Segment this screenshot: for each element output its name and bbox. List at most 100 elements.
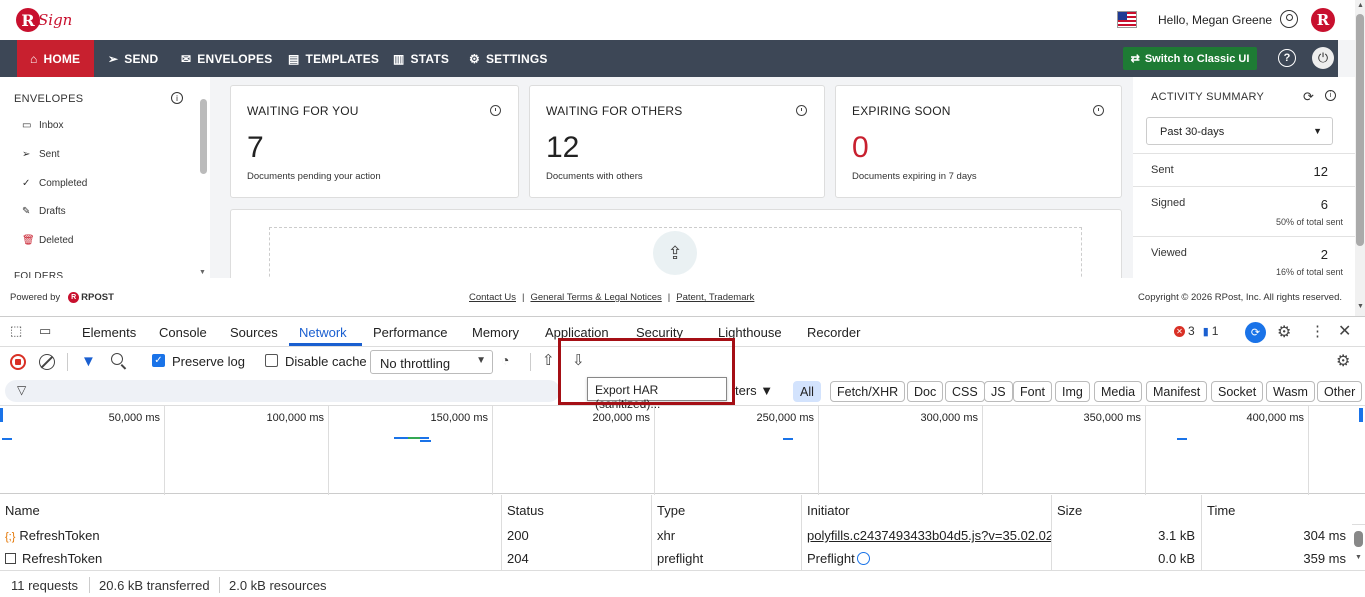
- switch-classic-ui-button[interactable]: ⇄ Switch to Classic UI: [1123, 47, 1257, 70]
- table-row[interactable]: RefreshToken 204 preflight Preflight 0.0…: [0, 547, 1352, 570]
- sidebar-item-sent[interactable]: ➢ Sent: [22, 149, 60, 160]
- preflight-link-icon[interactable]: [856, 552, 870, 565]
- rsign-logo[interactable]: R Sign: [16, 6, 72, 34]
- app-footer: Powered by R RPOST Contact Us | General Te…: [0, 278, 1355, 316]
- tab-network[interactable]: Network: [299, 325, 347, 340]
- sidebar-item-deleted[interactable]: 🗑 Deleted: [22, 235, 73, 246]
- scroll-down-icon[interactable]: ▼: [1355, 554, 1362, 561]
- table-scrollbar[interactable]: [1354, 531, 1363, 547]
- tab-sources[interactable]: Sources: [230, 325, 278, 340]
- tab-console[interactable]: Console: [159, 325, 207, 340]
- timeline-gridline: [1145, 406, 1146, 495]
- scroll-up-icon[interactable]: ▲: [1357, 2, 1364, 9]
- info-icon[interactable]: i: [1325, 90, 1336, 101]
- scrollbar-thumb[interactable]: [1356, 14, 1364, 246]
- column-type[interactable]: Type: [651, 495, 801, 525]
- column-size[interactable]: Size: [1051, 495, 1201, 525]
- user-profile-icon[interactable]: [1280, 10, 1298, 28]
- power-icon[interactable]: ⏻: [1312, 47, 1334, 69]
- tab-recorder[interactable]: Recorder: [807, 325, 860, 340]
- issues-badge[interactable]: ✕ 3 ▮ 1: [1174, 324, 1218, 338]
- timeline-tick-label: 300,000 ms: [920, 412, 978, 424]
- ai-assistance-icon[interactable]: ⟳: [1245, 322, 1266, 343]
- upload-icon[interactable]: ⇪: [653, 231, 697, 275]
- initiator-link[interactable]: polyfills.c2437493433b04d5.js?v=35.02.02: [807, 528, 1051, 543]
- overview-handle-right[interactable]: [1359, 408, 1363, 422]
- chip-fetch-xhr[interactable]: Fetch/XHR: [830, 381, 906, 402]
- network-conditions-icon[interactable]: ◔: [501, 352, 509, 368]
- card-waiting-for-others[interactable]: WAITING FOR OTHERS 12 Documents with oth…: [529, 85, 825, 198]
- chip-socket[interactable]: Socket: [1211, 381, 1264, 402]
- more-filters-dropdown[interactable]: ters ▼: [735, 383, 773, 398]
- table-row[interactable]: {;} RefreshToken 200 xhr polyfills.c24374…: [0, 524, 1352, 547]
- sidebar-item-drafts[interactable]: ✎ Drafts: [22, 206, 66, 217]
- stop-recording-icon[interactable]: [10, 354, 26, 370]
- chip-wasm[interactable]: Wasm: [1266, 381, 1315, 402]
- page-scrollbar[interactable]: ▲ ▼: [1355, 0, 1365, 316]
- more-options-icon[interactable]: ⋮: [1310, 322, 1325, 340]
- tab-memory[interactable]: Memory: [472, 325, 519, 340]
- help-icon[interactable]: ?: [1278, 49, 1296, 67]
- card-expiring-soon[interactable]: EXPIRING SOON 0 Documents expiring in 7 …: [835, 85, 1122, 198]
- nav-templates[interactable]: ▤ TEMPLATES: [288, 40, 379, 77]
- refresh-icon[interactable]: ⟳: [1303, 89, 1314, 105]
- column-time[interactable]: Time: [1201, 495, 1352, 525]
- preserve-log-checkbox[interactable]: ✓: [152, 354, 165, 367]
- sidebar-scrollbar[interactable]: [200, 99, 207, 174]
- nav-send[interactable]: ➢ SEND: [108, 40, 158, 77]
- requests-table-header: Name Status Type Initiator Size Time: [0, 495, 1365, 525]
- patent-link[interactable]: Patent, Trademark: [676, 292, 754, 303]
- chip-manifest[interactable]: Manifest: [1146, 381, 1208, 402]
- settings-gear-icon[interactable]: ⚙: [1277, 322, 1291, 342]
- sidebar-item-completed[interactable]: ✓ Completed: [22, 178, 87, 189]
- card-waiting-for-you[interactable]: WAITING FOR YOU 7 Documents pending your…: [230, 85, 519, 198]
- timeline-request-bar: [420, 440, 431, 442]
- filter-input[interactable]: ▽: [5, 380, 560, 402]
- chip-js[interactable]: JS: [984, 381, 1013, 402]
- chip-img[interactable]: Img: [1055, 381, 1090, 402]
- chip-other[interactable]: Other: [1317, 381, 1363, 402]
- device-toolbar-icon[interactable]: ▭: [39, 323, 51, 339]
- clear-icon[interactable]: [39, 354, 55, 370]
- terms-link[interactable]: General Terms & Legal Notices: [530, 292, 661, 303]
- network-overview-timeline[interactable]: 50,000 ms 100,000 ms 150,000 ms 200,000 ms 2…: [0, 405, 1365, 495]
- status-divider: [89, 577, 90, 593]
- nav-home[interactable]: ⌂ HOME: [17, 40, 94, 77]
- contact-us-link[interactable]: Contact Us: [469, 292, 516, 303]
- us-flag-icon[interactable]: [1117, 11, 1137, 28]
- column-name[interactable]: Name: [0, 495, 501, 525]
- chip-media[interactable]: Media: [1094, 381, 1143, 402]
- chip-doc[interactable]: Doc: [907, 381, 944, 402]
- info-icon[interactable]: i: [171, 92, 183, 104]
- close-icon[interactable]: ✕: [1338, 321, 1351, 341]
- inbox-icon: ▭: [22, 120, 32, 131]
- network-settings-icon[interactable]: ⚙: [1336, 351, 1350, 371]
- nav-stats[interactable]: ▥ STATS: [393, 40, 449, 77]
- scroll-down-icon[interactable]: ▼: [1357, 303, 1364, 310]
- scroll-down-icon[interactable]: ▼: [199, 269, 206, 276]
- nav-settings[interactable]: ⚙ SETTINGS: [469, 40, 548, 77]
- tab-performance[interactable]: Performance: [373, 325, 447, 340]
- throttling-select[interactable]: No throttling ▼: [370, 350, 493, 374]
- chip-font[interactable]: Font: [1013, 381, 1053, 402]
- nav-envelopes[interactable]: ✉ ENVELOPES: [181, 40, 272, 77]
- search-icon[interactable]: [111, 353, 123, 365]
- sidebar-item-inbox[interactable]: ▭ Inbox: [22, 120, 63, 131]
- tab-elements[interactable]: Elements: [82, 325, 136, 340]
- timeline-tick-label: 350,000 ms: [1083, 412, 1141, 424]
- disable-cache-checkbox[interactable]: [265, 354, 278, 367]
- copyright: Copyright © 2026 RPost, Inc. All rights …: [1138, 292, 1342, 303]
- import-har-icon[interactable]: ⇧: [542, 351, 555, 369]
- column-status[interactable]: Status: [501, 495, 651, 525]
- rsign-app: R Sign Hello, Megan Greene R ⌂ HOME ➢ SE…: [0, 0, 1365, 316]
- inspect-element-icon[interactable]: ⬚: [10, 323, 22, 339]
- chip-all[interactable]: All: [793, 381, 821, 402]
- column-initiator[interactable]: Initiator: [801, 495, 1051, 525]
- user-badge[interactable]: R: [1311, 8, 1335, 32]
- overview-handle-left[interactable]: [0, 408, 3, 422]
- sidebar-item-label: Completed: [39, 178, 88, 189]
- error-icon: ✕: [1174, 325, 1185, 337]
- filter-icon[interactable]: ▼: [81, 353, 96, 370]
- period-select[interactable]: Past 30-days ▼: [1146, 117, 1333, 145]
- chip-css[interactable]: CSS: [945, 381, 985, 402]
